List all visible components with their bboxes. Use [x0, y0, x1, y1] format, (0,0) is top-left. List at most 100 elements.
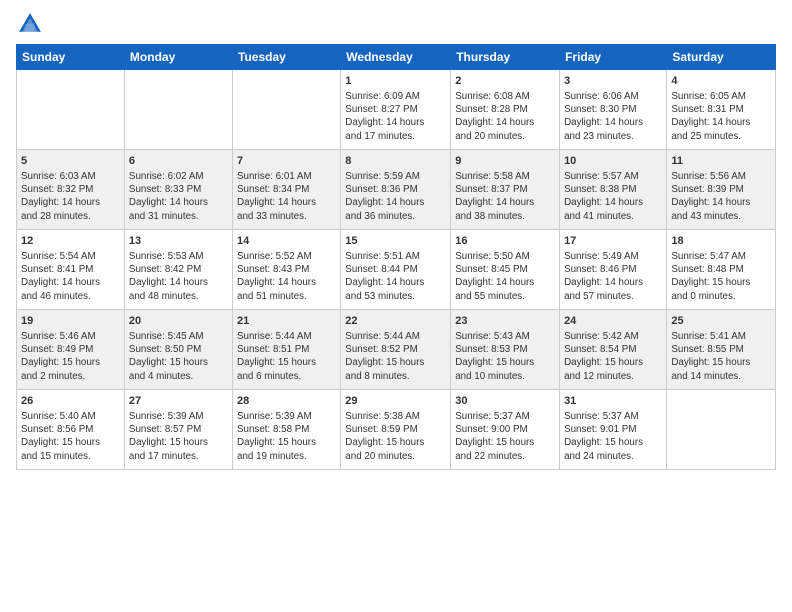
day-info: Sunrise: 5:46 AM Sunset: 8:49 PM Dayligh… — [21, 330, 120, 383]
day-info: Sunrise: 5:39 AM Sunset: 8:57 PM Dayligh… — [129, 410, 228, 463]
day-cell: 27Sunrise: 5:39 AM Sunset: 8:57 PM Dayli… — [124, 390, 232, 470]
col-header-tuesday: Tuesday — [233, 45, 341, 70]
day-number: 9 — [455, 154, 555, 169]
day-cell: 10Sunrise: 5:57 AM Sunset: 8:38 PM Dayli… — [560, 150, 667, 230]
day-cell: 5Sunrise: 6:03 AM Sunset: 8:32 PM Daylig… — [17, 150, 125, 230]
day-info: Sunrise: 5:38 AM Sunset: 8:59 PM Dayligh… — [345, 410, 446, 463]
day-number: 3 — [564, 74, 662, 89]
day-number: 10 — [564, 154, 662, 169]
day-number: 21 — [237, 314, 336, 329]
day-info: Sunrise: 5:47 AM Sunset: 8:48 PM Dayligh… — [671, 250, 771, 303]
day-number: 27 — [129, 394, 228, 409]
day-number: 7 — [237, 154, 336, 169]
day-number: 2 — [455, 74, 555, 89]
day-cell: 29Sunrise: 5:38 AM Sunset: 8:59 PM Dayli… — [341, 390, 451, 470]
day-cell: 30Sunrise: 5:37 AM Sunset: 9:00 PM Dayli… — [451, 390, 560, 470]
day-number: 8 — [345, 154, 446, 169]
calendar: SundayMondayTuesdayWednesdayThursdayFrid… — [16, 44, 776, 470]
day-number: 6 — [129, 154, 228, 169]
day-info: Sunrise: 6:08 AM Sunset: 8:28 PM Dayligh… — [455, 90, 555, 143]
day-info: Sunrise: 5:57 AM Sunset: 8:38 PM Dayligh… — [564, 170, 662, 223]
col-header-sunday: Sunday — [17, 45, 125, 70]
day-cell: 21Sunrise: 5:44 AM Sunset: 8:51 PM Dayli… — [233, 310, 341, 390]
day-number: 4 — [671, 74, 771, 89]
day-cell: 11Sunrise: 5:56 AM Sunset: 8:39 PM Dayli… — [667, 150, 776, 230]
header — [16, 10, 776, 38]
page: SundayMondayTuesdayWednesdayThursdayFrid… — [0, 0, 792, 612]
day-info: Sunrise: 5:59 AM Sunset: 8:36 PM Dayligh… — [345, 170, 446, 223]
day-cell: 16Sunrise: 5:50 AM Sunset: 8:45 PM Dayli… — [451, 230, 560, 310]
day-number: 5 — [21, 154, 120, 169]
day-number: 13 — [129, 234, 228, 249]
day-number: 11 — [671, 154, 771, 169]
day-info: Sunrise: 5:44 AM Sunset: 8:52 PM Dayligh… — [345, 330, 446, 383]
day-cell: 12Sunrise: 5:54 AM Sunset: 8:41 PM Dayli… — [17, 230, 125, 310]
day-cell: 23Sunrise: 5:43 AM Sunset: 8:53 PM Dayli… — [451, 310, 560, 390]
day-cell: 7Sunrise: 6:01 AM Sunset: 8:34 PM Daylig… — [233, 150, 341, 230]
day-cell: 31Sunrise: 5:37 AM Sunset: 9:01 PM Dayli… — [560, 390, 667, 470]
day-info: Sunrise: 5:49 AM Sunset: 8:46 PM Dayligh… — [564, 250, 662, 303]
day-cell: 8Sunrise: 5:59 AM Sunset: 8:36 PM Daylig… — [341, 150, 451, 230]
day-cell: 4Sunrise: 6:05 AM Sunset: 8:31 PM Daylig… — [667, 70, 776, 150]
day-cell — [124, 70, 232, 150]
day-cell: 14Sunrise: 5:52 AM Sunset: 8:43 PM Dayli… — [233, 230, 341, 310]
day-number: 20 — [129, 314, 228, 329]
day-info: Sunrise: 5:53 AM Sunset: 8:42 PM Dayligh… — [129, 250, 228, 303]
day-info: Sunrise: 5:45 AM Sunset: 8:50 PM Dayligh… — [129, 330, 228, 383]
week-row-4: 26Sunrise: 5:40 AM Sunset: 8:56 PM Dayli… — [17, 390, 776, 470]
day-number: 30 — [455, 394, 555, 409]
day-info: Sunrise: 5:56 AM Sunset: 8:39 PM Dayligh… — [671, 170, 771, 223]
day-info: Sunrise: 6:03 AM Sunset: 8:32 PM Dayligh… — [21, 170, 120, 223]
day-cell: 1Sunrise: 6:09 AM Sunset: 8:27 PM Daylig… — [341, 70, 451, 150]
col-header-wednesday: Wednesday — [341, 45, 451, 70]
week-row-3: 19Sunrise: 5:46 AM Sunset: 8:49 PM Dayli… — [17, 310, 776, 390]
day-cell: 18Sunrise: 5:47 AM Sunset: 8:48 PM Dayli… — [667, 230, 776, 310]
day-number: 24 — [564, 314, 662, 329]
day-cell: 26Sunrise: 5:40 AM Sunset: 8:56 PM Dayli… — [17, 390, 125, 470]
day-info: Sunrise: 5:58 AM Sunset: 8:37 PM Dayligh… — [455, 170, 555, 223]
day-number: 28 — [237, 394, 336, 409]
day-info: Sunrise: 5:39 AM Sunset: 8:58 PM Dayligh… — [237, 410, 336, 463]
day-info: Sunrise: 5:37 AM Sunset: 9:01 PM Dayligh… — [564, 410, 662, 463]
day-number: 22 — [345, 314, 446, 329]
col-header-friday: Friday — [560, 45, 667, 70]
day-info: Sunrise: 6:06 AM Sunset: 8:30 PM Dayligh… — [564, 90, 662, 143]
day-number: 14 — [237, 234, 336, 249]
day-info: Sunrise: 5:40 AM Sunset: 8:56 PM Dayligh… — [21, 410, 120, 463]
day-cell: 20Sunrise: 5:45 AM Sunset: 8:50 PM Dayli… — [124, 310, 232, 390]
day-cell: 24Sunrise: 5:42 AM Sunset: 8:54 PM Dayli… — [560, 310, 667, 390]
col-header-thursday: Thursday — [451, 45, 560, 70]
day-number: 16 — [455, 234, 555, 249]
week-row-0: 1Sunrise: 6:09 AM Sunset: 8:27 PM Daylig… — [17, 70, 776, 150]
day-number: 29 — [345, 394, 446, 409]
day-cell — [233, 70, 341, 150]
day-number: 17 — [564, 234, 662, 249]
day-info: Sunrise: 5:42 AM Sunset: 8:54 PM Dayligh… — [564, 330, 662, 383]
day-number: 25 — [671, 314, 771, 329]
day-info: Sunrise: 5:54 AM Sunset: 8:41 PM Dayligh… — [21, 250, 120, 303]
day-cell: 17Sunrise: 5:49 AM Sunset: 8:46 PM Dayli… — [560, 230, 667, 310]
day-number: 1 — [345, 74, 446, 89]
day-cell: 6Sunrise: 6:02 AM Sunset: 8:33 PM Daylig… — [124, 150, 232, 230]
day-info: Sunrise: 6:05 AM Sunset: 8:31 PM Dayligh… — [671, 90, 771, 143]
day-info: Sunrise: 6:09 AM Sunset: 8:27 PM Dayligh… — [345, 90, 446, 143]
logo — [16, 10, 48, 38]
day-number: 23 — [455, 314, 555, 329]
logo-icon — [16, 10, 44, 38]
day-cell: 2Sunrise: 6:08 AM Sunset: 8:28 PM Daylig… — [451, 70, 560, 150]
day-cell: 13Sunrise: 5:53 AM Sunset: 8:42 PM Dayli… — [124, 230, 232, 310]
col-header-saturday: Saturday — [667, 45, 776, 70]
day-info: Sunrise: 5:50 AM Sunset: 8:45 PM Dayligh… — [455, 250, 555, 303]
day-info: Sunrise: 5:51 AM Sunset: 8:44 PM Dayligh… — [345, 250, 446, 303]
day-cell — [17, 70, 125, 150]
day-cell: 15Sunrise: 5:51 AM Sunset: 8:44 PM Dayli… — [341, 230, 451, 310]
day-info: Sunrise: 5:44 AM Sunset: 8:51 PM Dayligh… — [237, 330, 336, 383]
header-row: SundayMondayTuesdayWednesdayThursdayFrid… — [17, 45, 776, 70]
day-info: Sunrise: 5:52 AM Sunset: 8:43 PM Dayligh… — [237, 250, 336, 303]
day-info: Sunrise: 5:37 AM Sunset: 9:00 PM Dayligh… — [455, 410, 555, 463]
day-info: Sunrise: 6:01 AM Sunset: 8:34 PM Dayligh… — [237, 170, 336, 223]
day-cell: 25Sunrise: 5:41 AM Sunset: 8:55 PM Dayli… — [667, 310, 776, 390]
day-number: 31 — [564, 394, 662, 409]
day-number: 19 — [21, 314, 120, 329]
day-info: Sunrise: 6:02 AM Sunset: 8:33 PM Dayligh… — [129, 170, 228, 223]
